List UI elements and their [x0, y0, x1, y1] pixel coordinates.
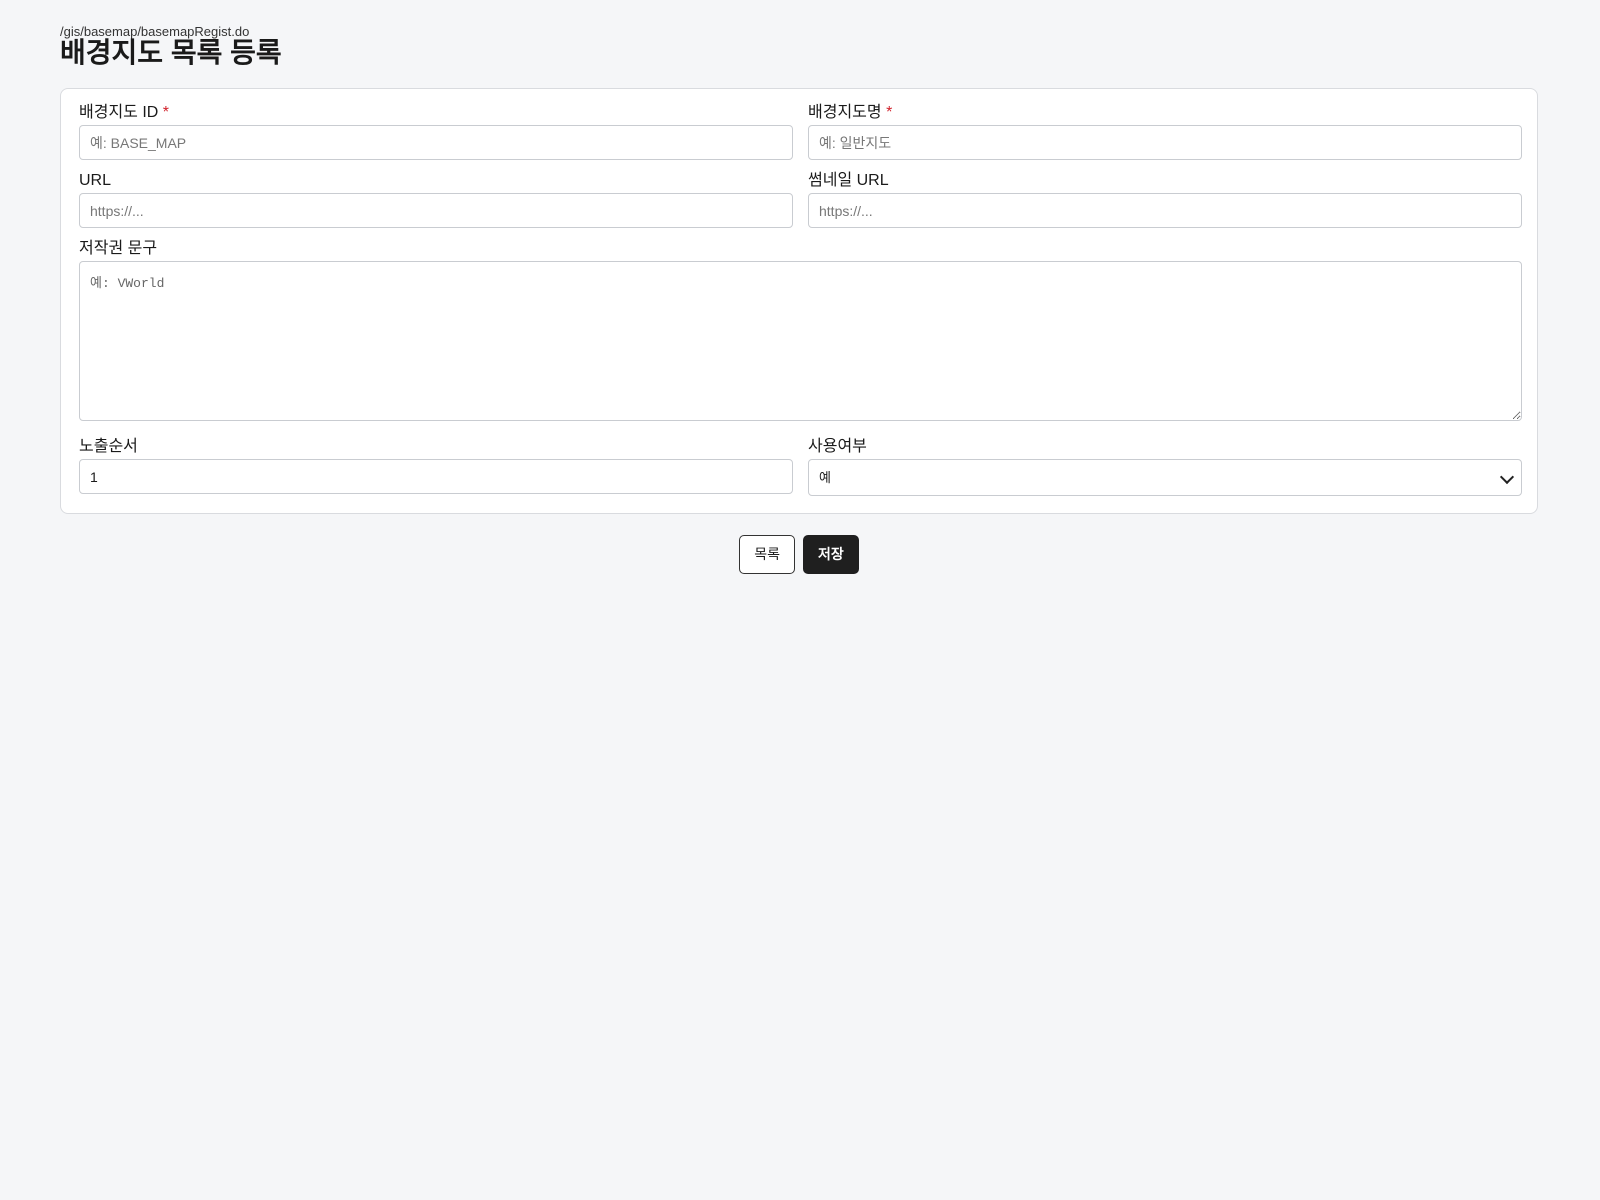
use-yn-select-wrap: 예	[808, 459, 1522, 496]
list-button[interactable]: 목록	[739, 535, 795, 574]
copyright-label: 저작권 문구	[79, 240, 158, 257]
url-input[interactable]	[79, 193, 793, 228]
use-yn-label: 사용여부	[808, 438, 867, 455]
basemap-name-label: 배경지도명 *	[808, 103, 1522, 125]
copyright-textarea[interactable]	[79, 261, 1522, 421]
form-card: 배경지도 ID * 배경지도명 * URL 썸네일 URL 저작권 문구 노출순…	[60, 88, 1538, 514]
thumbnail-url-input[interactable]	[808, 193, 1522, 228]
basemap-name-input[interactable]	[808, 125, 1522, 160]
save-button[interactable]: 저장	[803, 535, 859, 574]
field-use-yn: 사용여부 예	[808, 437, 1522, 496]
basemap-id-label: 배경지도 ID *	[79, 103, 793, 125]
basemap-name-label-text: 배경지도명	[808, 104, 882, 121]
basemap-id-input[interactable]	[79, 125, 793, 160]
display-order-label: 노출순서	[79, 438, 138, 455]
thumbnail-url-label: 썸네일 URL	[808, 172, 889, 189]
field-thumbnail-url: 썸네일 URL	[808, 171, 1522, 228]
required-mark: *	[162, 104, 170, 121]
field-display-order: 노출순서	[79, 437, 793, 494]
use-yn-select[interactable]: 예	[808, 459, 1522, 496]
field-basemap-name: 배경지도명 *	[808, 103, 1522, 160]
url-label: URL	[79, 172, 112, 189]
page-title: 배경지도 목록 등록	[60, 37, 282, 68]
field-copyright: 저작권 문구	[79, 239, 1522, 421]
display-order-input[interactable]	[79, 459, 793, 494]
required-mark: *	[886, 104, 893, 121]
field-basemap-id: 배경지도 ID *	[79, 103, 793, 160]
basemap-id-label-text: 배경지도 ID	[79, 104, 159, 121]
form-actions: 목록 저장	[60, 535, 1538, 574]
field-url: URL	[79, 171, 793, 228]
